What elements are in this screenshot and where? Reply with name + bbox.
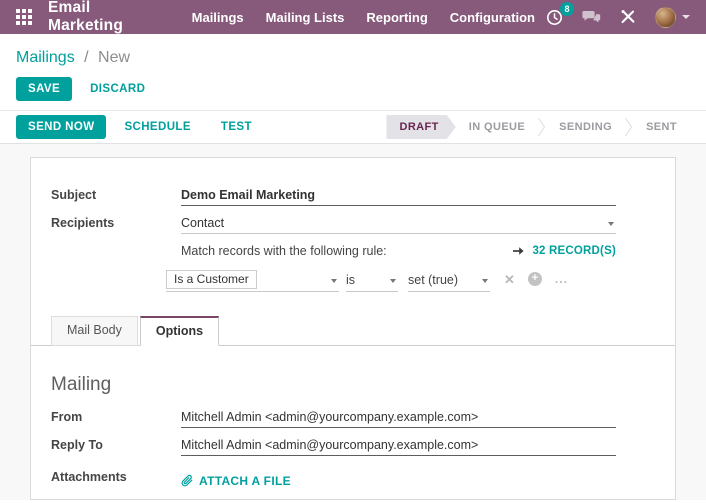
tab-options[interactable]: Options: [140, 316, 219, 346]
subject-input[interactable]: Demo Email Marketing: [181, 188, 616, 206]
recipients-label: Recipients: [51, 216, 181, 234]
add-rule-icon[interactable]: +: [528, 272, 542, 286]
activities-button[interactable]: 8: [546, 9, 563, 26]
menu-mailings[interactable]: Mailings: [181, 2, 255, 33]
menu-mailing-lists[interactable]: Mailing Lists: [255, 2, 356, 33]
paperclip-icon: [181, 474, 194, 488]
state-in-queue[interactable]: IN QUEUE: [456, 121, 538, 133]
breadcrumb-mailings-link[interactable]: Mailings: [16, 49, 75, 66]
tools-icon: [620, 9, 636, 25]
chevron-right-icon: [625, 116, 633, 138]
chevron-right-icon: [538, 116, 546, 138]
schedule-button[interactable]: SCHEDULE: [112, 116, 202, 138]
options-pane: Mailing From Mitchell Admin <admin@yourc…: [51, 346, 650, 488]
save-button[interactable]: SAVE: [16, 77, 72, 101]
from-label: From: [51, 410, 181, 428]
from-row: From Mitchell Admin <admin@yourcompany.e…: [51, 410, 650, 428]
records-count-label: 32 RECORD(S): [532, 245, 616, 257]
developer-tools-button[interactable]: [620, 9, 636, 25]
send-now-button[interactable]: SEND NOW: [16, 115, 106, 139]
attach-file-label: ATTACH A FILE: [199, 474, 291, 488]
attach-file-button[interactable]: ATTACH A FILE: [181, 474, 291, 488]
record-buttons: SAVE DISCARD: [16, 77, 690, 101]
menu-configuration[interactable]: Configuration: [439, 2, 546, 33]
notebook-tabs: Mail Body Options: [31, 316, 675, 346]
delete-rule-icon[interactable]: ✕: [504, 273, 515, 286]
chevron-down-icon[interactable]: [482, 279, 488, 283]
apps-menu-icon[interactable]: [16, 9, 32, 26]
chevron-down-icon: [682, 15, 690, 19]
discard-button[interactable]: DISCARD: [78, 78, 157, 100]
app-title: Email Marketing: [48, 0, 155, 35]
rule-field-tag[interactable]: Is a Customer: [166, 270, 257, 289]
state-draft[interactable]: DRAFT: [386, 115, 455, 139]
chevron-down-icon[interactable]: [608, 222, 614, 226]
records-count-button[interactable]: 32 RECORD(S): [512, 245, 616, 257]
rule-value-text: set (true): [408, 273, 458, 287]
state-sending[interactable]: SENDING: [546, 121, 625, 133]
control-panel: Mailings / New SAVE DISCARD: [0, 34, 706, 110]
tab-mail-body[interactable]: Mail Body: [51, 316, 138, 346]
top-navbar: Email Marketing Mailings Mailing Lists R…: [0, 0, 706, 34]
reply-to-input[interactable]: Mitchell Admin <admin@yourcompany.exampl…: [181, 438, 616, 456]
add-branch-icon[interactable]: ...: [555, 273, 568, 285]
rule-operator-value: is: [346, 273, 355, 287]
rule-value-select[interactable]: set (true): [408, 273, 490, 292]
user-menu[interactable]: [655, 7, 690, 28]
chevron-down-icon[interactable]: [331, 279, 337, 283]
form-statusbar: SEND NOW SCHEDULE TEST DRAFT IN QUEUE SE…: [0, 110, 706, 144]
test-button[interactable]: TEST: [209, 116, 264, 138]
navbar-systray: 8: [546, 7, 694, 28]
breadcrumb-current: New: [98, 49, 130, 66]
recipients-select[interactable]: Contact: [181, 216, 616, 234]
mailing-section-title: Mailing: [51, 374, 650, 396]
breadcrumb-separator: /: [84, 49, 88, 66]
form-sheet: Subject Demo Email Marketing Recipients …: [30, 157, 676, 500]
rule-operator-select[interactable]: is: [346, 273, 398, 292]
main-menu: Mailings Mailing Lists Reporting Configu…: [181, 2, 546, 33]
attachments-label: Attachments: [51, 470, 181, 488]
menu-reporting[interactable]: Reporting: [355, 2, 438, 33]
user-avatar: [655, 7, 676, 28]
content-area: Subject Demo Email Marketing Recipients …: [0, 144, 706, 500]
reply-to-row: Reply To Mitchell Admin <admin@yourcompa…: [51, 438, 650, 456]
recipients-row: Recipients Contact: [51, 216, 650, 234]
domain-intro-row: Match records with the following rule: 3…: [51, 244, 650, 258]
reply-to-label: Reply To: [51, 438, 181, 456]
rule-field-select[interactable]: Is a Customer: [166, 270, 339, 292]
subject-row: Subject Demo Email Marketing: [51, 188, 650, 206]
chevron-down-icon[interactable]: [390, 279, 396, 283]
arrow-right-icon: [512, 246, 525, 256]
activity-count-badge: 8: [560, 2, 574, 16]
recipients-value: Contact: [181, 216, 224, 230]
rule-tools: ✕ + ...: [504, 272, 568, 286]
domain-intro-text: Match records with the following rule:: [181, 244, 387, 258]
status-states: DRAFT IN QUEUE SENDING SENT: [386, 115, 690, 139]
subject-label: Subject: [51, 188, 181, 206]
attachments-row: Attachments ATTACH A FILE: [51, 470, 650, 488]
chat-bubbles-icon: [582, 10, 601, 25]
breadcrumb: Mailings / New: [16, 47, 690, 69]
statusbar-actions: SEND NOW SCHEDULE TEST: [16, 115, 264, 139]
from-input[interactable]: Mitchell Admin <admin@yourcompany.exampl…: [181, 410, 616, 428]
state-sent[interactable]: SENT: [633, 121, 690, 133]
domain-rule-row: Is a Customer is set (true) ✕ + ...: [166, 270, 650, 292]
messages-button[interactable]: [582, 10, 601, 25]
